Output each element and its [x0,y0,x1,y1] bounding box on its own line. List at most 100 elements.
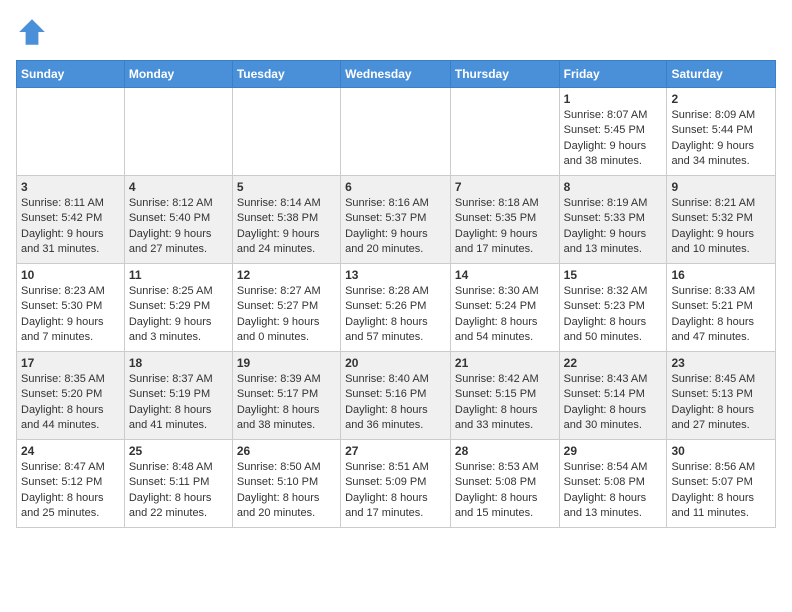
day-info: Sunrise: 8:56 AM Sunset: 5:07 PM Dayligh… [671,460,771,522]
day-info: Sunrise: 8:28 AM Sunset: 5:26 PM Dayligh… [345,284,446,346]
calendar-cell: 8 Sunrise: 8:19 AM Sunset: 5:33 PM Daylig… [559,176,667,264]
day-number: 4 [129,180,228,194]
calendar-cell: 28 Sunrise: 8:53 AM Sunset: 5:08 PM Dayli… [450,440,559,528]
day-info: Sunrise: 8:07 AM Sunset: 5:45 PM Dayligh… [564,108,663,170]
calendar-cell [450,88,559,176]
calendar-week-row: 1 Sunrise: 8:07 AM Sunset: 5:45 PM Daylig… [17,88,776,176]
calendar-cell: 7 Sunrise: 8:18 AM Sunset: 5:35 PM Daylig… [450,176,559,264]
calendar-cell: 24 Sunrise: 8:47 AM Sunset: 5:12 PM Dayli… [17,440,125,528]
calendar-cell: 23 Sunrise: 8:45 AM Sunset: 5:13 PM Dayli… [667,352,776,440]
day-info: Sunrise: 8:30 AM Sunset: 5:24 PM Dayligh… [455,284,555,346]
day-number: 17 [21,356,120,370]
calendar-cell: 2 Sunrise: 8:09 AM Sunset: 5:44 PM Daylig… [667,88,776,176]
day-number: 19 [237,356,336,370]
weekday-header: Thursday [450,61,559,88]
day-info: Sunrise: 8:53 AM Sunset: 5:08 PM Dayligh… [455,460,555,522]
weekday-header: Tuesday [232,61,340,88]
day-number: 13 [345,268,446,282]
calendar-cell: 11 Sunrise: 8:25 AM Sunset: 5:29 PM Dayli… [124,264,232,352]
day-info: Sunrise: 8:54 AM Sunset: 5:08 PM Dayligh… [564,460,663,522]
day-number: 2 [671,92,771,106]
day-info: Sunrise: 8:18 AM Sunset: 5:35 PM Dayligh… [455,196,555,258]
day-info: Sunrise: 8:37 AM Sunset: 5:19 PM Dayligh… [129,372,228,434]
calendar-week-row: 10 Sunrise: 8:23 AM Sunset: 5:30 PM Dayli… [17,264,776,352]
day-number: 8 [564,180,663,194]
calendar-cell: 10 Sunrise: 8:23 AM Sunset: 5:30 PM Dayli… [17,264,125,352]
calendar-cell: 19Sunrise: 8:39 AM Sunset: 5:17 PM Dayli… [232,352,340,440]
calendar-cell: 18 Sunrise: 8:37 AM Sunset: 5:19 PM Dayli… [124,352,232,440]
day-info: Sunrise: 8:12 AM Sunset: 5:40 PM Dayligh… [129,196,228,258]
day-info: Sunrise: 8:51 AM Sunset: 5:09 PM Dayligh… [345,460,446,522]
calendar-cell: 26 Sunrise: 8:50 AM Sunset: 5:10 PM Dayli… [232,440,340,528]
day-number: 5 [237,180,336,194]
calendar-cell: 25 Sunrise: 8:48 AM Sunset: 5:11 PM Dayli… [124,440,232,528]
header [16,16,776,48]
day-info: Sunrise: 8:48 AM Sunset: 5:11 PM Dayligh… [129,460,228,522]
day-info: Sunrise: 8:21 AM Sunset: 5:32 PM Dayligh… [671,196,771,258]
calendar-cell [124,88,232,176]
calendar-cell: 22 Sunrise: 8:43 AM Sunset: 5:14 PM Dayli… [559,352,667,440]
weekday-header: Saturday [667,61,776,88]
calendar: SundayMondayTuesdayWednesdayThursdayFrid… [16,60,776,528]
day-number: 24 [21,444,120,458]
day-number: 20 [345,356,446,370]
day-info: Sunrise: 8:09 AM Sunset: 5:44 PM Dayligh… [671,108,771,170]
day-info: Sunrise: 8:16 AM Sunset: 5:37 PM Dayligh… [345,196,446,258]
day-number: 25 [129,444,228,458]
day-number: 27 [345,444,446,458]
day-number: 30 [671,444,771,458]
day-number: 22 [564,356,663,370]
day-info: Sunrise: 8:42 AM Sunset: 5:15 PM Dayligh… [455,372,555,434]
logo [16,16,52,48]
calendar-cell: 20 Sunrise: 8:40 AM Sunset: 5:16 PM Dayli… [341,352,451,440]
day-info: Sunrise: 8:43 AM Sunset: 5:14 PM Dayligh… [564,372,663,434]
day-info: Sunrise: 8:25 AM Sunset: 5:29 PM Dayligh… [129,284,228,346]
weekday-header: Sunday [17,61,125,88]
day-number: 29 [564,444,663,458]
day-number: 26 [237,444,336,458]
day-number: 15 [564,268,663,282]
calendar-week-row: 17 Sunrise: 8:35 AM Sunset: 5:20 PM Dayli… [17,352,776,440]
calendar-cell: 21 Sunrise: 8:42 AM Sunset: 5:15 PM Dayli… [450,352,559,440]
day-info: Sunrise: 8:27 AM Sunset: 5:27 PM Dayligh… [237,284,336,346]
day-number: 9 [671,180,771,194]
day-info: Sunrise: 8:14 AM Sunset: 5:38 PM Dayligh… [237,196,336,258]
weekday-header-row: SundayMondayTuesdayWednesdayThursdayFrid… [17,61,776,88]
day-number: 3 [21,180,120,194]
calendar-cell: 12 Sunrise: 8:27 AM Sunset: 5:27 PM Dayli… [232,264,340,352]
day-info: Sunrise: 8:35 AM Sunset: 5:20 PM Dayligh… [21,372,120,434]
calendar-cell [232,88,340,176]
day-info: Sunrise: 8:47 AM Sunset: 5:12 PM Dayligh… [21,460,120,522]
day-number: 18 [129,356,228,370]
day-number: 11 [129,268,228,282]
day-number: 23 [671,356,771,370]
calendar-cell: 30 Sunrise: 8:56 AM Sunset: 5:07 PM Dayli… [667,440,776,528]
day-number: 16 [671,268,771,282]
day-number: 28 [455,444,555,458]
calendar-cell: 16 Sunrise: 8:33 AM Sunset: 5:21 PM Dayli… [667,264,776,352]
calendar-cell: 27 Sunrise: 8:51 AM Sunset: 5:09 PM Dayli… [341,440,451,528]
day-number: 7 [455,180,555,194]
weekday-header: Wednesday [341,61,451,88]
calendar-cell: 5 Sunrise: 8:14 AM Sunset: 5:38 PM Daylig… [232,176,340,264]
day-info: Sunrise: 8:19 AM Sunset: 5:33 PM Dayligh… [564,196,663,258]
calendar-cell: 14Sunrise: 8:30 AM Sunset: 5:24 PM Dayli… [450,264,559,352]
day-info: Sunrise: 8:45 AM Sunset: 5:13 PM Dayligh… [671,372,771,434]
calendar-cell: 4 Sunrise: 8:12 AM Sunset: 5:40 PM Daylig… [124,176,232,264]
calendar-cell: 29 Sunrise: 8:54 AM Sunset: 5:08 PM Dayli… [559,440,667,528]
day-info: Sunrise: 8:32 AM Sunset: 5:23 PM Dayligh… [564,284,663,346]
day-info: Sunrise: 8:40 AM Sunset: 5:16 PM Dayligh… [345,372,446,434]
calendar-cell: 6 Sunrise: 8:16 AM Sunset: 5:37 PM Daylig… [341,176,451,264]
day-number: 10 [21,268,120,282]
calendar-cell: 9 Sunrise: 8:21 AM Sunset: 5:32 PM Daylig… [667,176,776,264]
day-number: 6 [345,180,446,194]
day-info: Sunrise: 8:50 AM Sunset: 5:10 PM Dayligh… [237,460,336,522]
day-info: Sunrise: 8:23 AM Sunset: 5:30 PM Dayligh… [21,284,120,346]
day-info: Sunrise: 8:11 AM Sunset: 5:42 PM Dayligh… [21,196,120,258]
calendar-cell: 15 Sunrise: 8:32 AM Sunset: 5:23 PM Dayli… [559,264,667,352]
day-number: 1 [564,92,663,106]
day-number: 12 [237,268,336,282]
calendar-week-row: 24 Sunrise: 8:47 AM Sunset: 5:12 PM Dayli… [17,440,776,528]
day-info: Sunrise: 8:33 AM Sunset: 5:21 PM Dayligh… [671,284,771,346]
day-number: 21 [455,356,555,370]
